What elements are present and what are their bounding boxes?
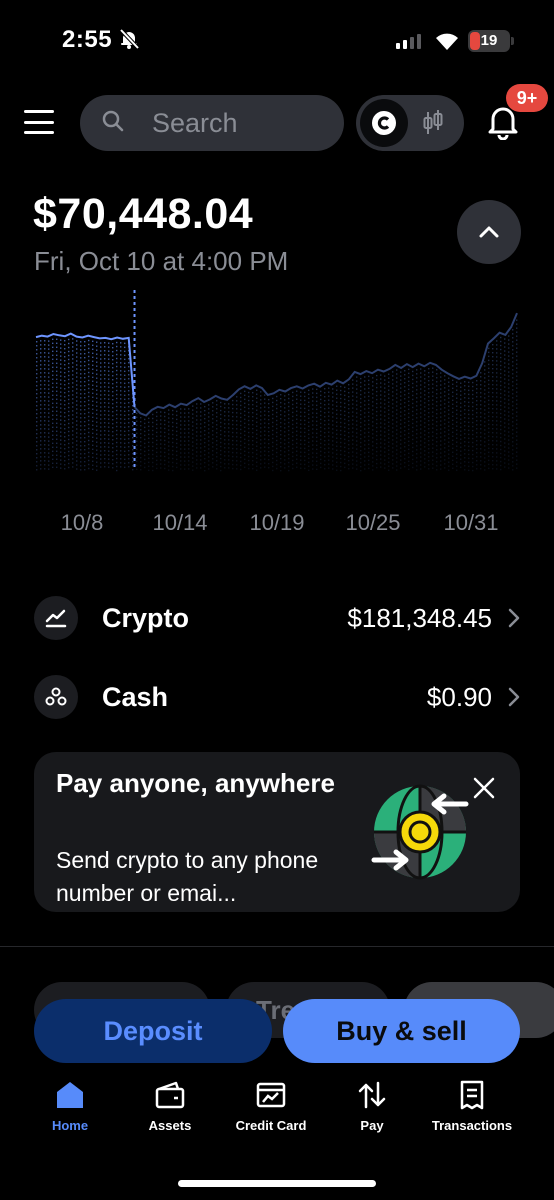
pay-anyone-promo-card[interactable]: Pay anyone, anywhere Send crypto to any … [34, 752, 520, 912]
cellular-signal-icon [396, 34, 421, 49]
chevron-right-icon [508, 687, 520, 707]
chart-line-dimmed [133, 312, 518, 417]
receipt-icon [460, 1080, 484, 1110]
transfer-arrows-icon [358, 1081, 386, 1109]
nav-label: Credit Card [235, 1118, 307, 1133]
portfolio-chart[interactable] [0, 290, 554, 490]
nav-assets[interactable]: Assets [115, 1080, 225, 1133]
battery-indicator: 19 [468, 30, 514, 52]
bottom-navigation: Home Assets Credit Card Pay Transactions [0, 1080, 554, 1150]
search-placeholder: Search [152, 107, 238, 138]
crypto-value: $181,348.45 [347, 602, 492, 633]
crypto-row[interactable]: Crypto $181,348.45 [34, 595, 520, 641]
x-tick-label: 10/31 [443, 510, 499, 535]
promo-title: Pay anyone, anywhere [56, 768, 335, 798]
x-tick-label: 10/14 [152, 510, 208, 535]
chevron-up-icon [479, 226, 499, 238]
buy-sell-button[interactable]: Buy & sell [283, 999, 520, 1063]
x-tick-label: 10/25 [345, 510, 401, 535]
candlestick-chart-icon[interactable] [422, 109, 444, 142]
chart-x-axis: 10/8 10/14 10/19 10/25 10/31 [0, 510, 554, 540]
x-tick-label: 10/19 [249, 510, 305, 535]
close-icon[interactable] [472, 776, 496, 805]
battery-level: 19 [480, 32, 498, 49]
chevron-right-icon [508, 608, 520, 628]
home-indicator [178, 1180, 376, 1187]
notification-badge: 9+ [506, 84, 548, 112]
cash-coins-icon [34, 675, 78, 719]
nav-label: Assets [148, 1118, 192, 1133]
credit-card-icon [256, 1082, 286, 1108]
nav-pay[interactable]: Pay [317, 1080, 427, 1133]
cash-label: Cash [102, 681, 169, 712]
nav-label: Transactions [431, 1118, 513, 1133]
nav-label: Home [51, 1118, 89, 1133]
nav-label: Pay [360, 1118, 384, 1133]
trend-chart-icon [34, 596, 78, 640]
search-icon [102, 110, 124, 137]
crypto-label: Crypto [102, 602, 189, 633]
wifi-icon [434, 30, 460, 57]
portfolio-balance: $70,448.04 [33, 190, 254, 238]
nav-credit-card[interactable]: Credit Card [216, 1080, 326, 1133]
balance-timestamp: Fri, Oct 10 at 4:00 PM [34, 246, 289, 276]
x-tick-label: 10/8 [60, 510, 104, 535]
view-mode-toggle[interactable] [356, 95, 464, 151]
nav-transactions[interactable]: Transactions [417, 1080, 527, 1133]
nav-home[interactable]: Home [15, 1080, 125, 1133]
silent-mode-icon [118, 28, 140, 55]
promo-body: Send crypto to any phone number or emai.… [56, 847, 319, 906]
collapse-chart-button[interactable] [457, 200, 521, 264]
chart-area-dots [36, 319, 518, 472]
wallet-icon [155, 1081, 185, 1109]
status-time: 2:55 [62, 26, 113, 53]
cash-value: $0.90 [426, 681, 492, 712]
home-icon [57, 1082, 83, 1108]
menu-icon[interactable] [24, 110, 54, 134]
section-divider [0, 946, 554, 947]
cash-row[interactable]: Cash $0.90 [34, 674, 520, 720]
globe-transfer-illustration-icon [370, 782, 470, 887]
deposit-button[interactable]: Deposit [34, 999, 272, 1063]
coinbase-logo-icon[interactable] [360, 99, 408, 147]
search-bar[interactable]: Search [80, 95, 344, 151]
